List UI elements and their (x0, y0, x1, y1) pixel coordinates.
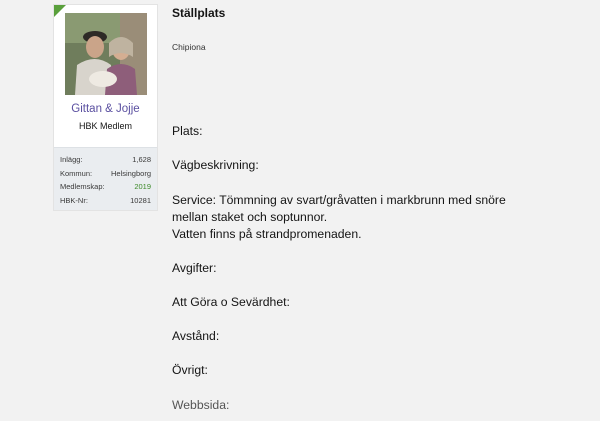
field-service-line1: Service: Tömmning av svart/gråvatten i m… (172, 193, 506, 207)
stat-label: Kommun: (60, 168, 93, 178)
stat-row-member-number: HBK-Nr: 10281 (60, 196, 151, 210)
stat-label: Medlemskap: (60, 182, 105, 191)
stat-row-membership: Medlemskap: 2019 (60, 182, 151, 196)
field-ovrigt: Övrigt: (172, 363, 208, 377)
stat-value: 10281 (130, 195, 151, 205)
stat-row-municipality: Kommun: Helsingborg (60, 169, 151, 183)
username-link[interactable]: Gittan & Jojje (54, 103, 157, 115)
field-service-line2: mellan staket och soptunnor. (172, 210, 328, 224)
user-card: Gittan & Jojje HBK Medlem Inlägg: 1,628 … (53, 4, 158, 211)
avatar[interactable] (65, 13, 147, 95)
stat-row-posts: Inlägg: 1,628 (60, 155, 151, 169)
field-avgifter: Avgifter: (172, 261, 217, 275)
field-vagbeskrivning: Vägbeskrivning: (172, 158, 259, 172)
stat-value: 1,628 (132, 155, 151, 164)
user-title: HBK Medlem (78, 121, 132, 131)
user-stats: Inlägg: 1,628 Kommun: Helsingborg Medlem… (54, 147, 157, 210)
stat-value: Helsingborg (110, 168, 151, 178)
field-webbsida: Webbsida: (172, 398, 230, 412)
field-service-line3: Vatten finns på strandpromenaden. (172, 227, 362, 241)
stat-label: HBK-Nr: (60, 195, 88, 205)
stat-label: Inlägg: (60, 155, 83, 164)
post-title: Ställplats (172, 6, 226, 20)
post-subtitle: Chipiona (172, 42, 206, 52)
field-att-gora: Att Göra o Sevärdhet: (172, 295, 290, 309)
field-plats: Plats: (172, 124, 203, 138)
field-avstand: Avstånd: (172, 329, 220, 343)
stat-value: 2019 (134, 182, 151, 191)
